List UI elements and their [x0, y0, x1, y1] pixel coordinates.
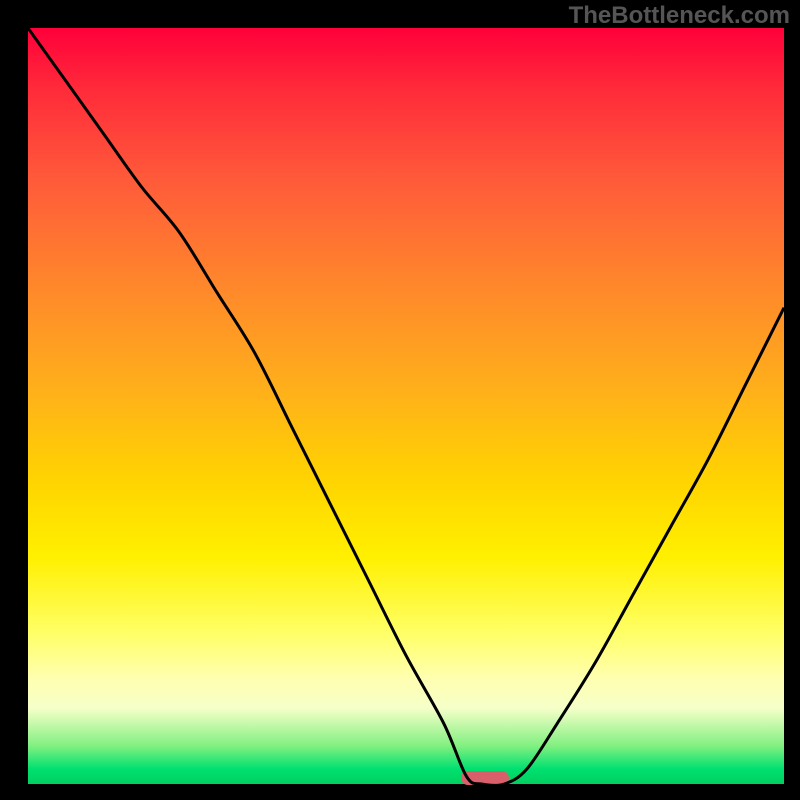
optimal-marker: [461, 771, 509, 785]
watermark-text: TheBottleneck.com: [569, 2, 790, 30]
chart-container: TheBottleneck.com: [0, 0, 800, 800]
plot-gradient-background: [28, 28, 784, 784]
